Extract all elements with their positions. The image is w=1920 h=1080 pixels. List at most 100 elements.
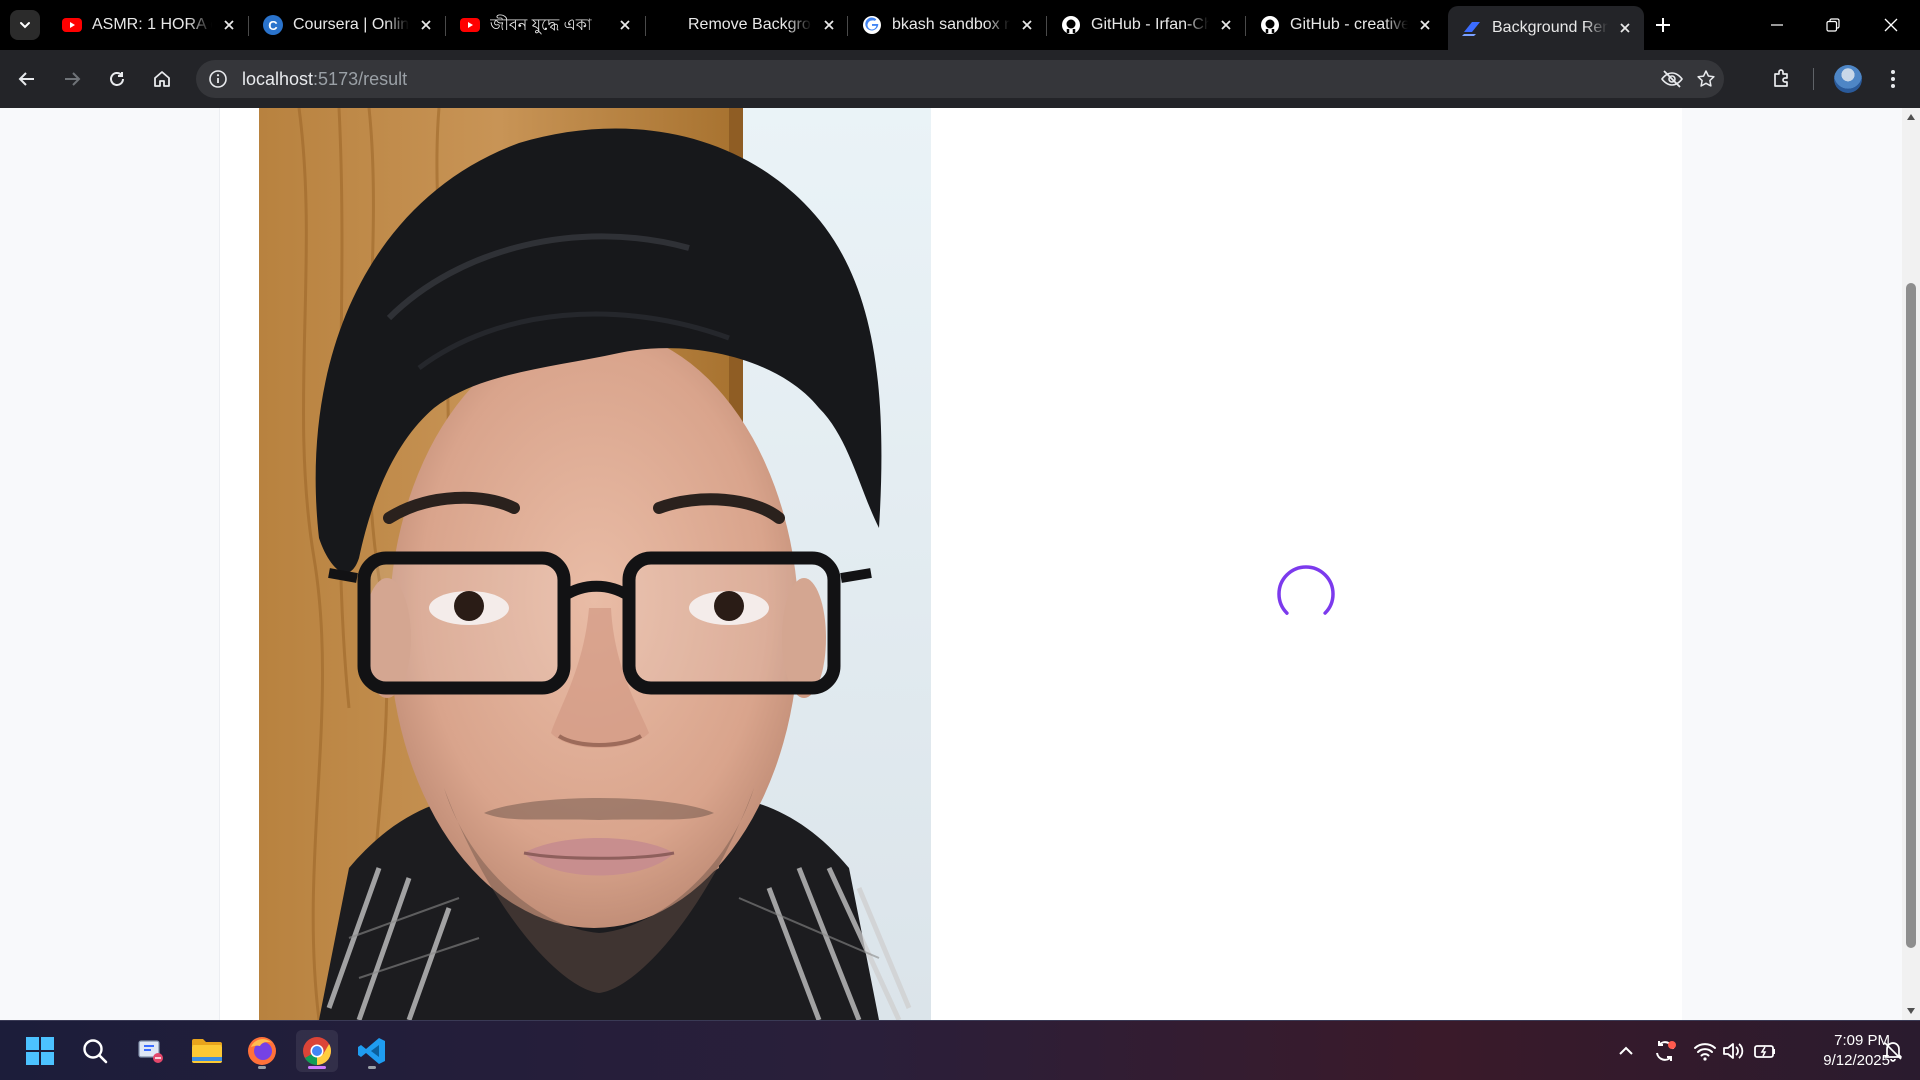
toolbar-divider	[1813, 68, 1814, 90]
browser-menu-button[interactable]	[1877, 63, 1909, 95]
taskbar-search-button[interactable]	[74, 1030, 116, 1072]
tab-title: Remove Backgro	[688, 16, 811, 33]
close-tab-icon[interactable]	[1215, 14, 1237, 36]
tab-youtube-bangla[interactable]: জীবন যুদ্ধে একা	[446, 6, 644, 44]
windows-start-icon	[26, 1037, 54, 1065]
url-text: localhost:5173/result	[242, 69, 407, 90]
close-tab-icon[interactable]	[1016, 14, 1038, 36]
restore-icon	[1826, 18, 1840, 32]
tab-github-irfan[interactable]: GitHub - Irfan-Ch	[1047, 6, 1245, 44]
restore-button[interactable]	[1808, 6, 1858, 44]
tracking-protection-button[interactable]	[1656, 63, 1688, 95]
portrait-photo	[259, 108, 931, 1020]
tab-title: bkash sandbox n	[892, 16, 1010, 33]
back-button[interactable]	[11, 63, 43, 95]
volume-icon	[1723, 1043, 1744, 1059]
triangle-down-icon	[1907, 1008, 1915, 1014]
google-icon	[862, 15, 882, 35]
url-path: :5173/result	[313, 69, 408, 89]
vscode-icon	[358, 1038, 385, 1064]
minimize-button[interactable]	[1752, 6, 1802, 44]
close-tab-icon[interactable]	[1414, 14, 1436, 36]
show-hidden-icons-button[interactable]	[1614, 1039, 1638, 1063]
scroll-down-button[interactable]	[1902, 1002, 1920, 1020]
plus-icon	[1656, 18, 1670, 32]
tray-sync-button[interactable]	[1653, 1039, 1677, 1063]
bookmark-button[interactable]	[1690, 63, 1722, 95]
scroll-up-button[interactable]	[1902, 108, 1920, 126]
taskbar-vscode[interactable]	[351, 1030, 393, 1072]
youtube-icon	[460, 15, 480, 35]
minimize-icon	[1771, 24, 1783, 26]
reload-button[interactable]	[101, 63, 133, 95]
close-window-button[interactable]	[1866, 6, 1916, 44]
profile-avatar[interactable]	[1834, 65, 1862, 93]
tab-title: ASMR: 1 HORA de	[92, 16, 212, 33]
arrow-left-icon	[18, 72, 34, 86]
arrow-right-icon	[65, 72, 81, 86]
app-icon	[1462, 18, 1482, 38]
tab-divider	[645, 16, 646, 36]
file-explorer-icon	[192, 1039, 222, 1063]
reload-icon	[110, 72, 124, 86]
tray-volume-button[interactable]	[1721, 1039, 1745, 1063]
close-tab-icon[interactable]	[614, 14, 636, 36]
loading-spinner-icon	[1277, 565, 1335, 623]
search-icon	[83, 1039, 108, 1064]
tab-search-button[interactable]	[10, 10, 40, 40]
star-icon	[1697, 70, 1715, 87]
notification-center-button[interactable]	[1881, 1039, 1905, 1063]
triangle-up-icon	[1907, 114, 1915, 120]
close-icon	[1884, 18, 1898, 32]
running-indicator	[258, 1066, 266, 1069]
close-tab-icon[interactable]	[218, 14, 240, 36]
taskbar-firefox[interactable]	[241, 1030, 283, 1072]
forward-button[interactable]	[56, 63, 88, 95]
tab-title: Background Rem	[1492, 19, 1608, 36]
svg-text:C: C	[268, 18, 278, 33]
windows-taskbar: 7:09 PM 9/12/2025	[0, 1020, 1920, 1080]
taskbar-snipping-tool[interactable]	[130, 1030, 172, 1072]
tab-title: GitHub - Irfan-Ch	[1091, 16, 1209, 33]
taskbar-chrome[interactable]	[296, 1030, 338, 1072]
tab-bkash-sandbox[interactable]: bkash sandbox n	[848, 6, 1046, 44]
tray-battery-button[interactable]	[1753, 1039, 1777, 1063]
github-icon	[1061, 15, 1081, 35]
windows-start-button[interactable]	[19, 1030, 61, 1072]
taskbar-clock[interactable]: 7:09 PM 9/12/2025	[1780, 1031, 1890, 1071]
running-indicator	[368, 1066, 376, 1069]
coursera-icon: C	[263, 15, 283, 35]
snipping-tool-icon	[138, 1040, 163, 1063]
site-info-icon[interactable]	[206, 67, 230, 91]
tab-background-remover[interactable]: Background Rem	[1448, 6, 1644, 50]
url-host: localhost	[242, 69, 314, 89]
tray-wifi-button[interactable]	[1693, 1039, 1717, 1063]
close-tab-icon[interactable]	[415, 14, 437, 36]
address-bar[interactable]: localhost:5173/result	[196, 60, 1724, 98]
extensions-button[interactable]	[1766, 63, 1798, 95]
chevron-down-icon	[20, 22, 30, 29]
tab-title: GitHub - creative	[1290, 16, 1408, 33]
page-viewport	[0, 108, 1902, 1020]
scrollbar-thumb[interactable]	[1906, 283, 1916, 948]
github-icon	[1260, 15, 1280, 35]
home-button[interactable]	[146, 63, 178, 95]
more-vertical-icon	[1891, 70, 1895, 88]
eye-slash-icon	[1661, 70, 1683, 88]
tab-title: Coursera | Online	[293, 16, 409, 33]
clock-time: 7:09 PM	[1834, 1032, 1890, 1049]
tab-github-creative[interactable]: GitHub - creative	[1246, 6, 1444, 44]
active-indicator	[308, 1066, 326, 1069]
tab-remove-background[interactable]: Remove Backgro	[660, 6, 848, 44]
close-tab-icon[interactable]	[818, 14, 840, 36]
new-tab-button[interactable]	[1648, 10, 1678, 40]
taskbar-file-explorer[interactable]	[186, 1030, 228, 1072]
page-scrollbar[interactable]	[1902, 108, 1920, 1020]
close-tab-icon[interactable]	[1614, 17, 1636, 39]
wifi-icon	[1694, 1043, 1716, 1061]
home-icon	[154, 71, 170, 87]
original-image	[259, 108, 931, 1020]
tab-coursera[interactable]: C Coursera | Online	[249, 6, 445, 44]
tab-youtube-asmr[interactable]: ASMR: 1 HORA de	[48, 6, 248, 44]
battery-charging-icon	[1754, 1045, 1775, 1058]
